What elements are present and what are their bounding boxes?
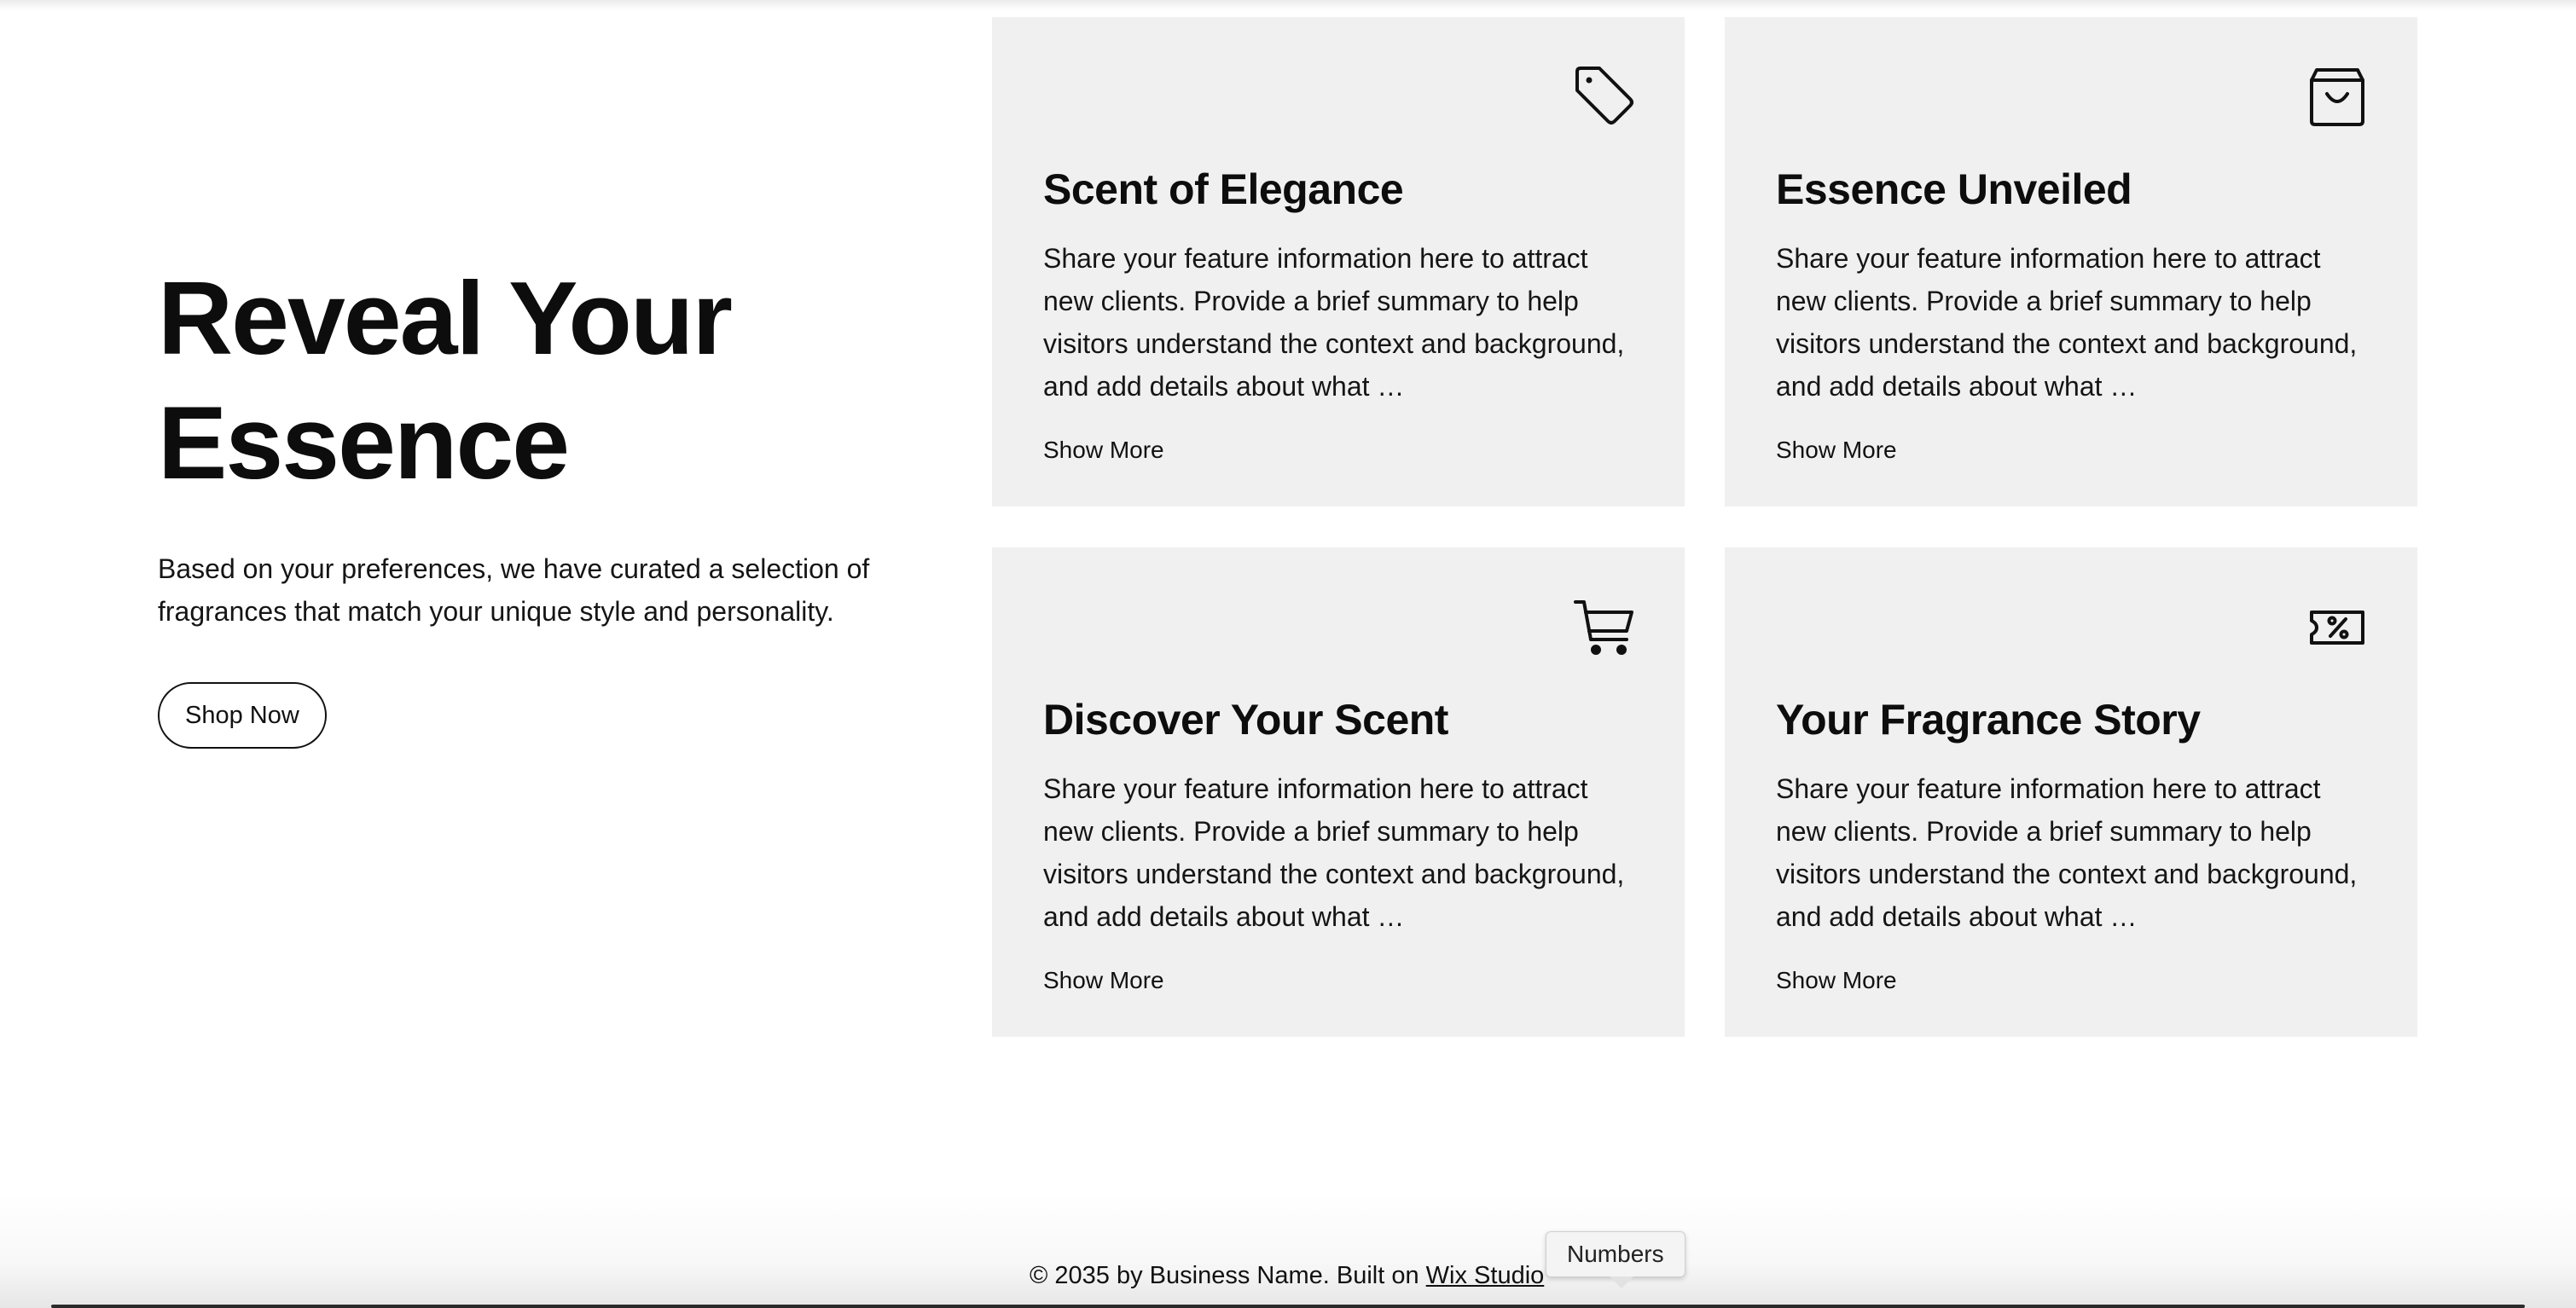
hero-description: Based on your preferences, we have curat… xyxy=(158,553,870,627)
show-more-link[interactable]: Show More xyxy=(1776,435,1897,466)
show-more-link[interactable]: Show More xyxy=(1776,965,1897,996)
card-title: Essence Unveiled xyxy=(1776,165,2132,213)
card-description: Share your feature information here to a… xyxy=(1776,773,2358,932)
header-shadow xyxy=(0,0,2576,10)
shopping-cart-icon xyxy=(1572,595,1637,660)
tooltip-label: Numbers xyxy=(1567,1241,1664,1267)
show-more-link[interactable]: Show More xyxy=(1043,435,1164,466)
page-title-line-2: Essence xyxy=(158,385,570,501)
footer-divider xyxy=(51,1305,2525,1308)
hero-section: Reveal Your Essence Based on your prefer… xyxy=(158,256,908,749)
card-description: Share your feature information here to a… xyxy=(1043,773,1625,932)
shop-now-button[interactable]: Shop Now xyxy=(158,682,327,749)
feature-card-essence-unveiled: Essence Unveiled Share your feature info… xyxy=(1725,17,2417,506)
wix-studio-link[interactable]: Wix Studio xyxy=(1426,1262,1545,1289)
feature-card-scent-of-elegance: Scent of Elegance Share your feature inf… xyxy=(992,17,1685,506)
show-more-link[interactable]: Show More xyxy=(1043,965,1164,996)
feature-card-your-fragrance-story: Your Fragrance Story Share your feature … xyxy=(1725,547,2417,1037)
copyright-text: © 2035 by Business Name. Built on xyxy=(1030,1262,1426,1289)
card-description: Share your feature information here to a… xyxy=(1043,243,1625,402)
card-title: Scent of Elegance xyxy=(1043,165,1404,213)
card-description: Share your feature information here to a… xyxy=(1776,243,2358,402)
feature-card-discover-your-scent: Discover Your Scent Share your feature i… xyxy=(992,547,1685,1037)
page-title-line-1: Reveal Your xyxy=(158,260,733,376)
card-title: Discover Your Scent xyxy=(1043,696,1448,744)
footer-copyright: © 2035 by Business Name. Built on Wix St… xyxy=(1030,1260,1544,1291)
page-title: Reveal Your Essence xyxy=(158,256,908,505)
price-tag-icon xyxy=(1572,65,1637,130)
card-title: Your Fragrance Story xyxy=(1776,696,2201,744)
site-footer: © 2035 by Business Name. Built on Wix St… xyxy=(0,1194,2576,1308)
discount-ticket-icon xyxy=(2305,595,2370,660)
tooltip-arrow xyxy=(1610,1276,1633,1288)
shopping-bag-icon xyxy=(2305,65,2370,130)
numbers-tooltip: Numbers xyxy=(1546,1231,1685,1288)
